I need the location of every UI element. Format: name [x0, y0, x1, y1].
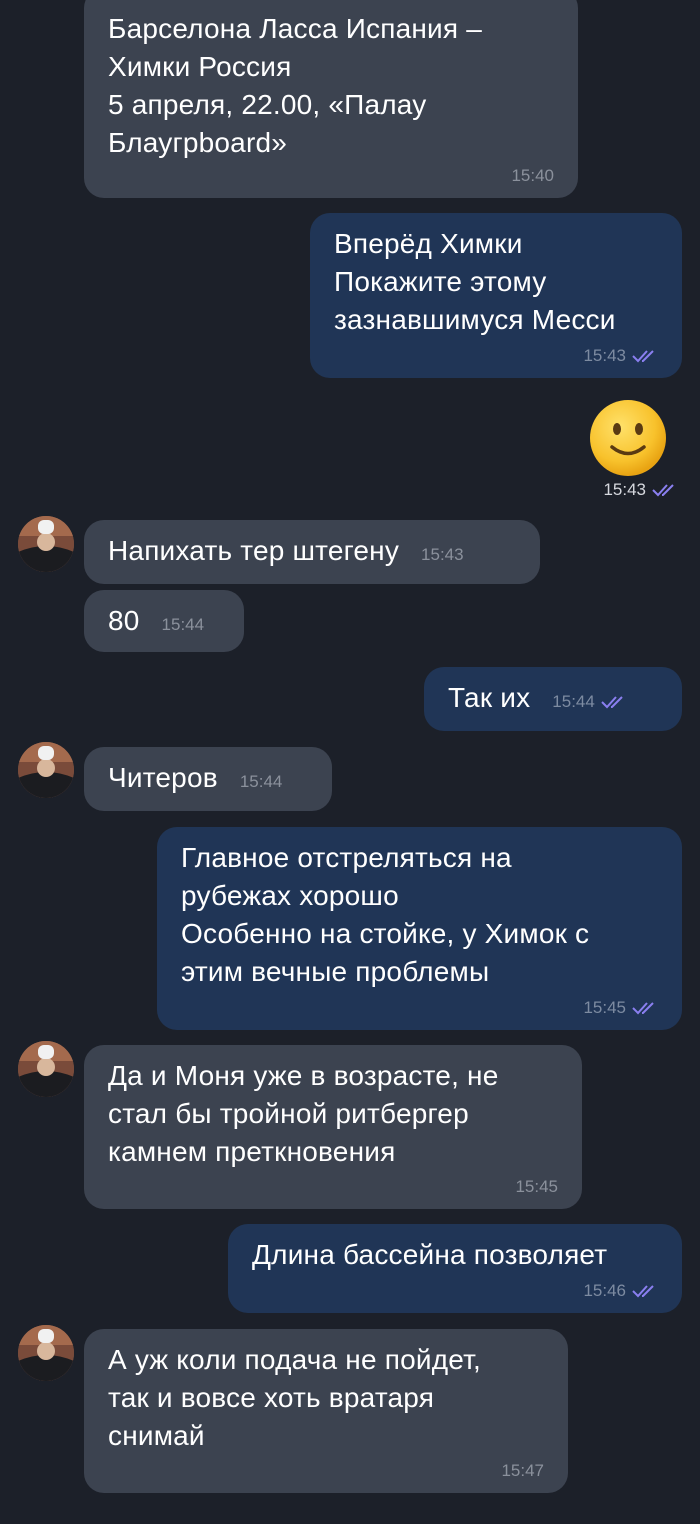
double-check-icon	[632, 1001, 658, 1015]
avatar-photo-icon	[18, 1041, 74, 1097]
avatar-photo-icon	[18, 516, 74, 572]
message-time: 15:43	[583, 346, 626, 365]
avatar-photo-icon	[18, 1325, 74, 1381]
user-avatar[interactable]	[18, 742, 74, 798]
message-text: Напихать тер штегену	[108, 535, 400, 566]
message-time: 15:40	[511, 166, 554, 185]
message-meta: 15:46	[583, 1281, 658, 1301]
message-text: Барселона Ласса Испания – Химки Россия 5…	[108, 13, 482, 158]
message-meta: 15:44	[240, 772, 283, 792]
message-meta: 15:44	[552, 692, 627, 712]
message-bubble-outgoing[interactable]: Длина бассейна позволяет 15:46	[228, 1224, 682, 1313]
user-avatar[interactable]	[18, 1041, 74, 1097]
double-check-icon	[601, 695, 627, 709]
message-time: 15:44	[239, 772, 283, 791]
message-text: Главное отстреляться на рубежах хорошо О…	[181, 842, 590, 987]
message-time: 15:43	[421, 545, 464, 564]
message-time: 15:44	[161, 615, 205, 634]
message-bubble-incoming[interactable]: Да и Моня уже в возрасте, не стал бы тро…	[84, 1045, 582, 1209]
message-time: 15:45	[583, 998, 626, 1017]
user-avatar[interactable]	[18, 516, 74, 572]
user-avatar[interactable]	[18, 1325, 74, 1381]
message-bubble-incoming[interactable]: Барселона Ласса Испания – Химки Россия 5…	[84, 0, 578, 198]
message-text: Да и Моня уже в возрасте, не стал бы тро…	[108, 1060, 499, 1167]
message-meta: 15:44	[162, 615, 205, 635]
message-bubble-outgoing[interactable]: Так их 15:44	[424, 667, 682, 731]
message-text: А уж коли подача не пойдет, так и вовсе …	[108, 1344, 481, 1451]
message-time: 15:46	[583, 1281, 626, 1300]
avatar-photo-icon	[18, 742, 74, 798]
emoji-message-meta: 15:43	[603, 480, 678, 500]
message-bubble-incoming[interactable]: А уж коли подача не пойдет, так и вовсе …	[84, 1329, 568, 1493]
double-check-icon	[652, 483, 678, 497]
message-time: 15:47	[501, 1461, 544, 1480]
message-text: Длина бассейна позволяет	[252, 1239, 608, 1270]
message-meta: 15:45	[583, 998, 658, 1018]
slightly-smiling-face-emoji	[590, 400, 666, 476]
message-time: 15:43	[603, 480, 646, 499]
emoji-message[interactable]	[588, 398, 668, 478]
double-check-icon	[632, 1284, 658, 1298]
message-text: Читеров	[108, 762, 218, 793]
message-meta: 15:47	[501, 1461, 544, 1481]
message-bubble-incoming[interactable]: Напихать тер штегену 15:43	[84, 520, 540, 584]
message-text: Вперёд Химки Покажите этому зазнавшимуся…	[334, 228, 616, 335]
message-meta: 15:40	[511, 166, 554, 186]
message-bubble-incoming[interactable]: Читеров 15:44	[84, 747, 332, 811]
double-check-icon	[632, 349, 658, 363]
message-meta: 15:45	[515, 1177, 558, 1197]
message-text: Так их	[448, 682, 531, 713]
message-bubble-outgoing[interactable]: Главное отстреляться на рубежах хорошо О…	[157, 827, 682, 1030]
message-time: 15:45	[515, 1177, 558, 1196]
message-meta: 15:43	[583, 346, 658, 366]
message-bubble-outgoing[interactable]: Вперёд Химки Покажите этому зазнавшимуся…	[310, 213, 682, 378]
message-time: 15:44	[552, 692, 595, 711]
message-text: 80	[108, 605, 140, 636]
message-meta: 15:43	[421, 545, 464, 565]
message-bubble-incoming[interactable]: 80 15:44	[84, 590, 244, 652]
